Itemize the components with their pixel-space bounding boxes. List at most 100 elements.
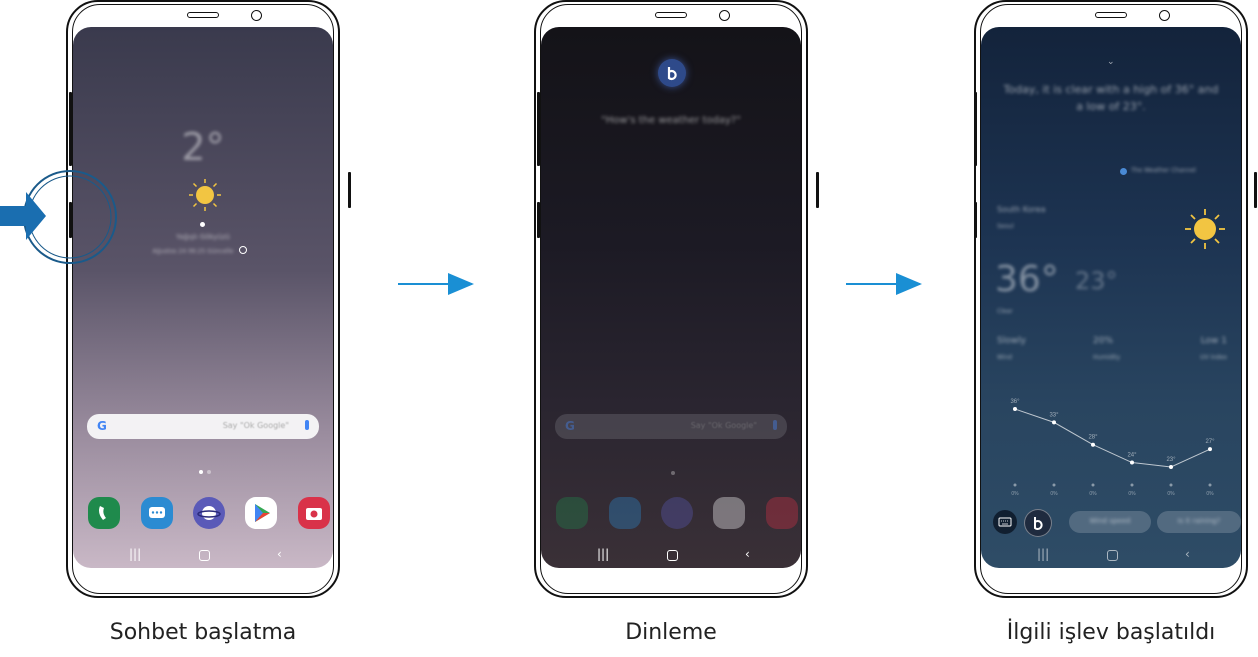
chip-label: Wind speed: [1089, 517, 1131, 525]
weather-condition: Clear: [997, 308, 1013, 315]
recents-icon[interactable]: |||: [597, 547, 609, 561]
temperature-label: 28°: [1088, 435, 1098, 441]
back-icon[interactable]: ‹: [745, 547, 750, 561]
caption-start: Sohbet başlatma: [109, 620, 297, 645]
navigation-bar: ||| ‹: [73, 542, 333, 568]
temperature-label: 27°: [1205, 439, 1215, 445]
page-indicator-2: [207, 470, 211, 474]
raindrop-icon: [1130, 483, 1134, 487]
temperature-label: 23°: [1166, 457, 1176, 463]
raindrop-icon: [1013, 483, 1017, 487]
speaker-grille: [1095, 12, 1127, 18]
precip-label: 0%: [1089, 491, 1097, 497]
internet-icon[interactable]: [193, 497, 225, 529]
camera-icon: [766, 497, 798, 529]
phone-icon: [556, 497, 588, 529]
voice-query: "How's the weather today?": [601, 115, 741, 126]
suggestion-chip-wind[interactable]: Wind speed: [1069, 511, 1151, 533]
sun-icon: [1185, 209, 1225, 249]
search-placeholder: Say "Ok Google": [222, 421, 289, 430]
stat-label: Humidity: [1093, 354, 1121, 361]
precip-label: 0%: [1050, 491, 1058, 497]
location-pin-icon: [200, 222, 205, 227]
weather-updated: Ağustos 24 06:25 Güncelle: [152, 248, 234, 255]
google-search-bar: G Say "Ok Google": [555, 414, 787, 439]
mic-icon: [773, 420, 777, 430]
google-logo-icon: G: [565, 419, 575, 433]
home-icon[interactable]: [667, 550, 678, 561]
temperature-label: 24°: [1127, 453, 1137, 459]
weather-provider: The Weather Channel: [1131, 167, 1196, 174]
keyboard-button[interactable]: [993, 510, 1017, 534]
navigation-bar: ||| ‹: [981, 542, 1241, 568]
precip-label: 0%: [1167, 491, 1175, 497]
recents-icon[interactable]: |||: [1037, 547, 1049, 561]
google-logo-icon: G: [97, 419, 107, 433]
stat-value: Low 1: [1200, 336, 1227, 346]
play-store-icon: [713, 497, 745, 529]
home-icon[interactable]: [1107, 550, 1118, 561]
temperature-point: [1169, 465, 1173, 469]
raindrop-icon: [1169, 483, 1173, 487]
power-button: [1254, 172, 1257, 208]
refresh-icon[interactable]: [239, 246, 247, 254]
google-search-bar[interactable]: G Say "Ok Google": [87, 414, 319, 439]
front-camera: [719, 10, 730, 21]
chevron-down-icon[interactable]: ⌄: [1107, 57, 1115, 67]
listening-screen: "How's the weather today?" G Say "Ok Goo…: [541, 27, 801, 568]
bixby-button[interactable]: [1024, 509, 1052, 537]
camera-icon[interactable]: [298, 497, 330, 529]
flow-arrow-2: [846, 273, 922, 295]
phone-3: ⌄ Today, it is clear with a high of 36° …: [974, 0, 1257, 600]
bixby-side-button: [537, 202, 540, 238]
temperature-label: 33°: [1049, 412, 1059, 418]
weather-temperature: 2°: [181, 125, 225, 169]
stat-value: Slowly: [997, 336, 1026, 346]
front-camera: [251, 10, 262, 21]
recents-icon[interactable]: |||: [129, 547, 141, 561]
suggestion-chip-raining[interactable]: Is it raining?: [1157, 511, 1241, 533]
stat-label: UV index: [1200, 354, 1227, 361]
page-indicator: [671, 471, 675, 475]
temperature-label: 36°: [1010, 399, 1020, 405]
bixby-key-callout: [0, 170, 117, 264]
raindrop-icon: [1208, 483, 1212, 487]
weather-location: Yağışlı Gökyüzü: [176, 233, 230, 241]
raindrop-icon: [1091, 483, 1095, 487]
phone-icon[interactable]: [88, 497, 120, 529]
stat-label: Wind: [997, 354, 1013, 361]
messages-icon[interactable]: [141, 497, 173, 529]
weather-channel-logo-icon: [1120, 168, 1127, 175]
mic-icon[interactable]: [305, 420, 309, 430]
volume-button: [537, 92, 540, 166]
volume-button: [974, 92, 977, 166]
stat-value: 20%: [1093, 336, 1114, 346]
play-store-icon[interactable]: [245, 497, 277, 529]
precip-label: 0%: [1011, 491, 1019, 497]
navigation-bar: ||| ‹: [541, 542, 801, 568]
page-indicator: [199, 470, 203, 474]
volume-button: [69, 92, 72, 166]
home-icon[interactable]: [199, 550, 210, 561]
back-icon[interactable]: ‹: [277, 547, 282, 561]
raindrop-icon: [1052, 483, 1056, 487]
app-dock: [73, 497, 333, 531]
temperature-point: [1052, 420, 1056, 425]
weather-city: Seoul: [997, 223, 1014, 230]
weather-region: South Korea: [997, 205, 1046, 214]
phone-1: 2° Yağışlı Gökyüzü Ağustos 24 06:25 Günc…: [66, 0, 351, 600]
speaker-grille: [655, 12, 687, 18]
chip-label: Is it raining?: [1177, 517, 1221, 525]
temperature-line: [1014, 408, 1211, 468]
caption-result: İlgili işlev başlatıldı: [1006, 620, 1216, 645]
lock-screen: 2° Yağışlı Gökyüzü Ağustos 24 06:25 Günc…: [73, 27, 333, 568]
temp-low: 23°: [1075, 267, 1118, 295]
temperature-point: [1208, 447, 1212, 452]
back-icon[interactable]: ‹: [1185, 547, 1190, 561]
phone-2: "How's the weather today?" G Say "Ok Goo…: [534, 0, 819, 600]
temperature-point: [1130, 460, 1134, 465]
messages-icon: [609, 497, 641, 529]
caption-listening: Dinleme: [625, 620, 717, 645]
power-button: [348, 172, 351, 208]
keyboard-icon: [998, 517, 1012, 527]
